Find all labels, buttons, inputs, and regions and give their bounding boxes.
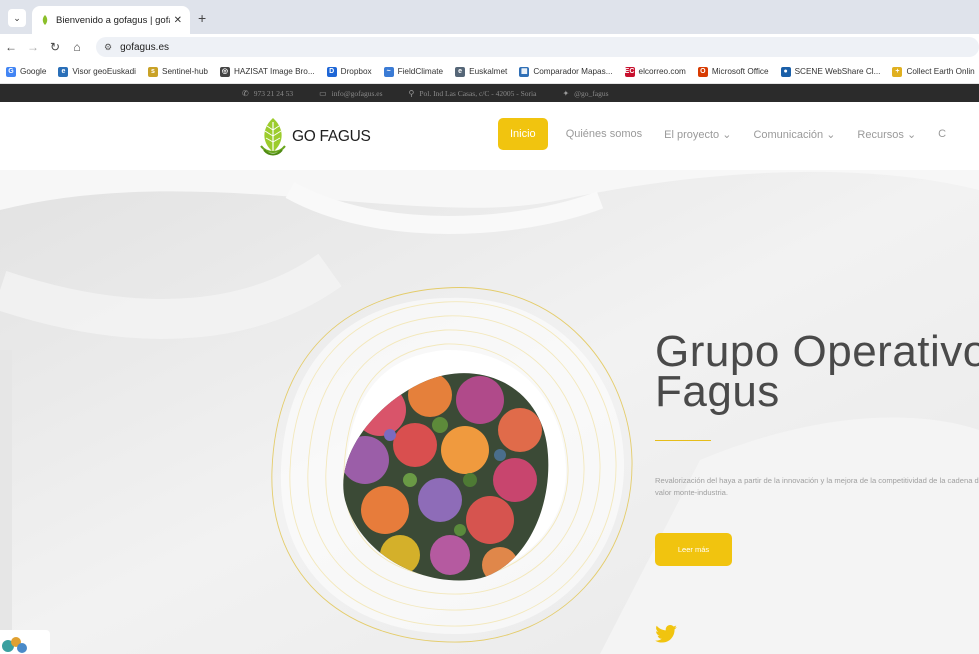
bookmark-label: Sentinel-hub [161, 67, 208, 76]
bookmark-item[interactable]: e Euskalmet [455, 66, 508, 77]
phone-icon: ✆ [242, 88, 249, 98]
tab-close-icon[interactable]: ✕ [174, 15, 182, 26]
bookmark-label: Microsoft Office [711, 67, 769, 76]
location-pin-icon: ⚲ [408, 88, 415, 98]
bookmark-item[interactable]: EC elcorreo.com [624, 66, 686, 77]
menu-item-inicio[interactable]: Inicio [498, 118, 548, 150]
hero-background [0, 170, 979, 654]
bookmark-label: FieldClimate [397, 67, 444, 76]
bookmark-label: HAZISAT Image Bro... [233, 67, 315, 76]
url-text: gofagus.es [120, 41, 170, 53]
bookmark-item[interactable]: ◎ HAZISAT Image Bro... [219, 66, 315, 77]
logo-text: GO FAGUS [292, 128, 371, 145]
twitter-text: @go_fagus [574, 88, 609, 98]
url-field[interactable]: ⚙ gofagus.es [96, 37, 979, 57]
menu-item-quienes-somos[interactable]: Quiénes somos [566, 128, 642, 140]
hero-subtitle: Revalorización del haya a partir de la i… [655, 476, 979, 497]
map-icon: ▦ [519, 66, 530, 77]
bookmark-item[interactable]: ▦ Comparador Mapas... [519, 66, 613, 77]
bookmark-label: Google [20, 67, 47, 76]
browser-tab-bar: ⌄ Bienvenido a gofagus | gofagus ✕ + [0, 0, 979, 34]
site-header: GO FAGUS Inicio Quiénes somos El proyect… [0, 102, 979, 170]
bookmark-item[interactable]: ~ FieldClimate [383, 66, 444, 77]
bookmark-label: Euskalmet [469, 67, 508, 76]
address-item: ⚲ Pol. Ind Las Casas, c/C - 42005 - Soria [409, 89, 537, 98]
colorful-logo-icon [2, 637, 27, 653]
read-more-button[interactable]: Leer más [655, 533, 732, 566]
home-icon[interactable]: ⌂ [66, 40, 88, 54]
bookmark-item[interactable]: + Collect Earth Onlin [892, 66, 975, 77]
euskalmet-icon: e [455, 66, 466, 77]
back-icon[interactable]: ← [0, 40, 22, 54]
bookmark-item[interactable]: O Microsoft Office [697, 66, 769, 77]
collect-earth-icon: + [892, 66, 903, 77]
bookmark-label: Collect Earth Onlin [906, 67, 975, 76]
corner-logo [0, 630, 50, 654]
bookmark-item[interactable]: e Visor geoEuskadi [58, 66, 136, 77]
globe-icon: ◎ [219, 66, 230, 77]
google-icon: G [6, 66, 16, 77]
twitter-icon: ✦ [562, 88, 570, 98]
scene-icon: ● [780, 66, 791, 77]
bookmark-label: SCENE WebShare Cl... [794, 67, 881, 76]
hero-divider [655, 440, 711, 441]
geoeuskadi-icon: e [58, 66, 69, 77]
hero-title: Grupo Operativo Fagus [655, 327, 979, 416]
dropbox-icon: D [326, 66, 337, 77]
browser-tab-active[interactable]: Bienvenido a gofagus | gofagus ✕ [32, 6, 190, 34]
bookmark-item[interactable]: G Google [6, 66, 47, 77]
forward-icon[interactable]: → [22, 40, 44, 54]
site-info-bar: ✆ 973 21 24 53 ▭ info@gofagus.es ⚲ Pol. Ind… [0, 84, 979, 102]
leaf-logo-icon [260, 118, 286, 156]
new-tab-button[interactable]: + [198, 10, 206, 26]
site-logo[interactable]: GO FAGUS [258, 116, 371, 158]
leaf-favicon-icon [40, 15, 50, 25]
elcorreo-icon: EC [624, 66, 635, 77]
menu-item-recursos[interactable]: Recursos ⌄ [857, 128, 916, 141]
bookmark-label: elcorreo.com [638, 67, 686, 76]
bookmark-item[interactable]: ● SCENE WebShare Cl... [780, 66, 881, 77]
monitor-icon: ▭ [319, 88, 327, 98]
reload-icon[interactable]: ↻ [44, 40, 66, 54]
twitter-item[interactable]: ✦ @go_fagus [562, 89, 608, 98]
phone-text: 973 21 24 53 [253, 88, 294, 98]
email-item[interactable]: ▭ info@gofagus.es [319, 89, 382, 98]
bookmark-item[interactable]: D Dropbox [326, 66, 372, 77]
bookmark-item[interactable]: s Sentinel-hub [147, 66, 208, 77]
email-text: info@gofagus.es [331, 88, 383, 98]
bookmark-label: Dropbox [340, 67, 372, 76]
hero-section: Grupo Operativo Fagus Revalorización del… [0, 170, 979, 654]
bookmark-label: Comparador Mapas... [533, 67, 613, 76]
fieldclimate-icon: ~ [383, 66, 394, 77]
tab-title: Bienvenido a gofagus | gofagus [56, 14, 170, 26]
sentinel-icon: s [147, 66, 158, 77]
address-text: Pol. Ind Las Casas, c/C - 42005 - Soria [419, 88, 537, 98]
office-icon: O [697, 66, 708, 77]
tab-search-button[interactable]: ⌄ [8, 9, 26, 27]
site-info-icon[interactable]: ⚙ [104, 42, 112, 53]
bookmarks-bar: G Google e Visor geoEuskadi s Sentinel-hub ◎ HA… [0, 60, 979, 84]
menu-item-contacto[interactable]: C [938, 128, 946, 140]
bookmark-label: Visor geoEuskadi [72, 67, 136, 76]
menu-item-el-proyecto[interactable]: El proyecto ⌄ [664, 128, 731, 141]
twitter-icon[interactable] [655, 625, 677, 648]
main-menu: Inicio Quiénes somos El proyecto ⌄ Comun… [498, 118, 968, 150]
address-bar: ← → ↻ ⌂ ⚙ gofagus.es [0, 34, 979, 60]
menu-item-comunicacion[interactable]: Comunicación ⌄ [753, 128, 835, 141]
phone-item[interactable]: ✆ 973 21 24 53 [242, 89, 293, 98]
